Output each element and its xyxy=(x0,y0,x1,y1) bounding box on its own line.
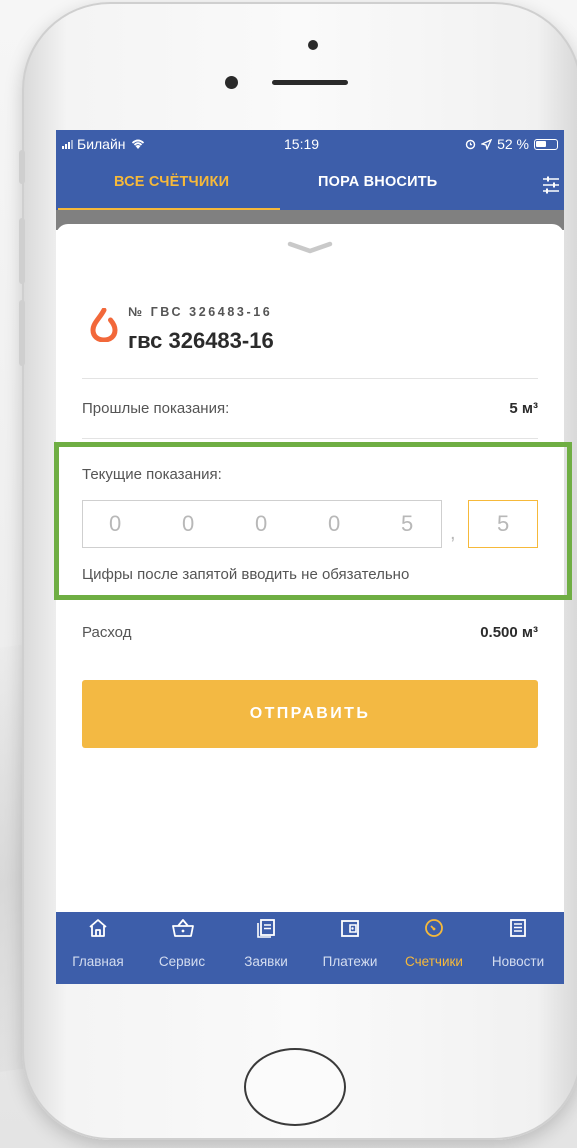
nav-item-requests[interactable]: Заявки xyxy=(224,912,308,984)
volume-up-button xyxy=(19,218,25,284)
newspaper-icon xyxy=(510,919,526,937)
tab-all-meters[interactable]: ВСЕ СЧЁТЧИКИ xyxy=(114,174,229,190)
wifi-icon xyxy=(131,139,144,149)
nav-label: Счетчики xyxy=(405,954,463,969)
current-reading-highlight-box xyxy=(54,442,572,600)
previous-reading-value: 5 м³ xyxy=(509,400,538,417)
mute-switch xyxy=(19,150,25,184)
proximity-sensor xyxy=(225,76,238,89)
nav-item-service[interactable]: Сервис xyxy=(140,912,224,984)
signal-icon xyxy=(62,139,73,149)
nav-label: Сервис xyxy=(158,954,206,969)
battery-icon xyxy=(534,138,558,150)
home-icon xyxy=(89,919,107,937)
bottom-navigation: Главная Сервис Заявки Платежи Счетчики Н… xyxy=(56,912,564,984)
hot-water-drop-icon xyxy=(90,308,118,342)
filter-settings-icon[interactable] xyxy=(540,174,562,196)
consumption-value: 0.500 м³ xyxy=(480,624,538,641)
tab-bar: ВСЕ СЧЁТЧИКИ ПОРА ВНОСИТЬ xyxy=(56,164,564,210)
alarm-icon xyxy=(465,139,476,149)
chevron-down-icon[interactable] xyxy=(287,240,333,256)
nav-label: Главная xyxy=(72,954,124,969)
nav-label: Заявки xyxy=(244,954,288,969)
nav-label: Платежи xyxy=(322,954,378,969)
nav-item-home[interactable]: Главная xyxy=(56,912,140,984)
consumption-label: Расход xyxy=(82,624,132,641)
earpiece-speaker xyxy=(272,80,348,85)
status-time: 15:19 xyxy=(284,136,320,152)
previous-reading-label: Прошлые показания: xyxy=(82,400,230,417)
nav-item-payments[interactable]: Платежи xyxy=(308,912,392,984)
battery-percent: 52 % xyxy=(497,136,529,152)
location-arrow-icon xyxy=(481,138,493,150)
nav-item-meters[interactable]: Счетчики xyxy=(392,912,476,984)
status-left: Билайн xyxy=(62,136,146,152)
home-button[interactable] xyxy=(244,1048,346,1126)
divider xyxy=(82,378,538,379)
carrier-name: Билайн xyxy=(77,136,126,152)
app-header: Билайн 15:19 52 % ВСЕ СЧЁТЧИКИ ПОРА ВНОС… xyxy=(56,130,564,210)
document-icon xyxy=(257,919,275,938)
nav-label: Новости xyxy=(491,954,545,969)
submit-button[interactable]: ОТПРАВИТЬ xyxy=(82,680,538,748)
meter-gauge-icon xyxy=(425,919,443,937)
status-bar: Билайн 15:19 52 % xyxy=(56,130,564,164)
wallet-icon xyxy=(341,920,359,937)
basket-icon xyxy=(172,919,194,937)
meter-name: гвс 326483-16 xyxy=(128,328,274,353)
meter-serial-number: № ГВС 326483-16 xyxy=(128,305,273,319)
nav-item-news[interactable]: Новости xyxy=(476,912,560,984)
volume-down-button xyxy=(19,300,25,366)
divider xyxy=(82,438,538,439)
tab-due-meters[interactable]: ПОРА ВНОСИТЬ xyxy=(318,174,437,190)
status-right: 52 % xyxy=(465,136,558,152)
front-camera xyxy=(308,40,318,50)
